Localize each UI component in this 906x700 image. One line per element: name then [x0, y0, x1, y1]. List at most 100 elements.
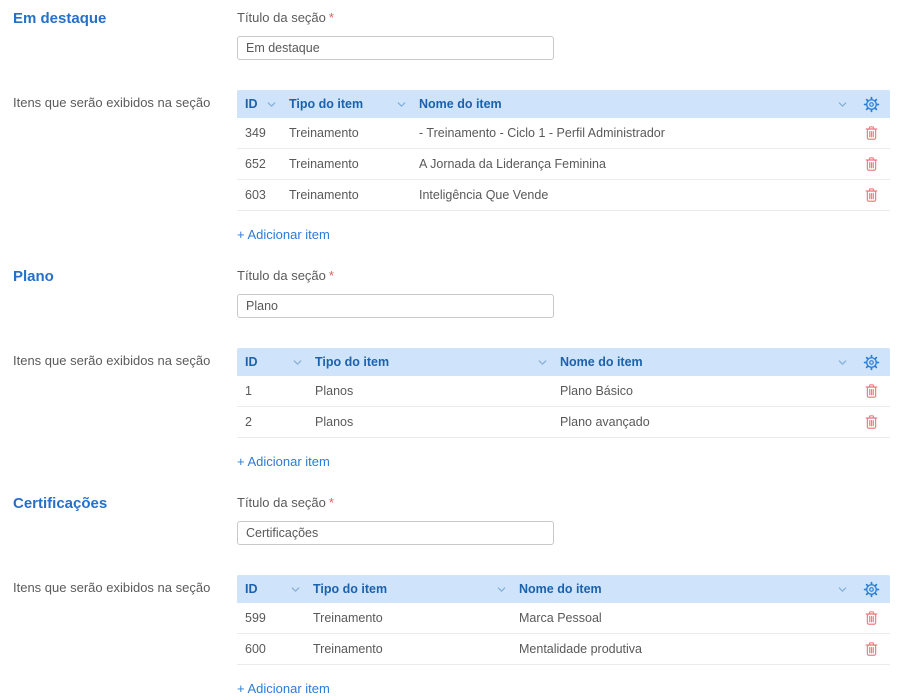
table-row: 2 Planos Plano avançado: [237, 407, 890, 438]
items-table: ID Tipo do item Nome do item: [237, 90, 890, 211]
cell-tipo: Treinamento: [281, 126, 411, 140]
items-table: ID Tipo do item Nome do item: [237, 575, 890, 665]
table-header: ID Tipo do item Nome do item: [237, 90, 890, 118]
table-body: 1 Planos Plano Básico 2 Planos Plano ava…: [237, 376, 890, 438]
section: Certificações Título da seção* Itens que…: [13, 495, 890, 698]
table-row: 349 Treinamento - Treinamento - Ciclo 1 …: [237, 118, 890, 149]
cell-id: 1: [237, 384, 307, 398]
items-table: ID Tipo do item Nome do item: [237, 348, 890, 438]
cell-tipo: Treinamento: [305, 642, 511, 656]
chevron-down-icon[interactable]: [837, 584, 848, 595]
header-cell-id[interactable]: ID: [237, 348, 307, 376]
cell-id: 599: [237, 611, 305, 625]
cell-nome: A Jornada da Liderança Feminina: [411, 157, 852, 171]
trash-icon[interactable]: [864, 610, 879, 626]
column-label-nome: Nome do item: [519, 582, 602, 596]
cell-actions: [852, 180, 890, 210]
required-asterisk: *: [329, 495, 334, 510]
section-title-row: Plano Título da seção*: [13, 268, 890, 318]
header-cell-nome[interactable]: Nome do item: [511, 575, 852, 603]
table-header: ID Tipo do item Nome do item: [237, 348, 890, 376]
add-item-link[interactable]: + Adicionar item: [237, 227, 330, 242]
section-title-input[interactable]: [237, 521, 554, 545]
gear-icon[interactable]: [863, 96, 880, 113]
header-cell-settings: [852, 348, 890, 376]
required-asterisk: *: [329, 268, 334, 283]
table-row: 599 Treinamento Marca Pessoal: [237, 603, 890, 634]
section-items-row: Itens que serão exibidos na seção ID Tip…: [13, 348, 890, 471]
cell-actions: [852, 149, 890, 179]
cell-nome: Plano Básico: [552, 384, 852, 398]
header-cell-settings: [852, 575, 890, 603]
items-table-wrap: ID Tipo do item Nome do item: [237, 575, 890, 698]
table-body: 599 Treinamento Marca Pessoal 600 Treina…: [237, 603, 890, 665]
chevron-down-icon[interactable]: [837, 99, 848, 110]
chevron-down-icon[interactable]: [396, 99, 407, 110]
cell-actions: [852, 407, 890, 437]
section-heading: Em destaque: [13, 10, 237, 28]
chevron-down-icon[interactable]: [537, 357, 548, 368]
items-left-column: Itens que serão exibidos na seção: [13, 575, 237, 596]
field-label: Título da seção*: [237, 10, 554, 26]
column-label-tipo: Tipo do item: [313, 582, 387, 596]
table-body: 349 Treinamento - Treinamento - Ciclo 1 …: [237, 118, 890, 211]
header-cell-nome[interactable]: Nome do item: [411, 90, 852, 118]
trash-icon[interactable]: [864, 187, 879, 203]
column-label-id: ID: [245, 97, 258, 111]
header-cell-settings: [852, 90, 890, 118]
items-table-wrap: ID Tipo do item Nome do item: [237, 90, 890, 244]
section-heading: Plano: [13, 268, 237, 286]
cell-nome: Marca Pessoal: [511, 611, 852, 625]
header-cell-id[interactable]: ID: [237, 575, 305, 603]
cell-actions: [852, 603, 890, 633]
cell-id: 603: [237, 188, 281, 202]
table-row: 600 Treinamento Mentalidade produtiva: [237, 634, 890, 665]
cell-nome: Inteligência Que Vende: [411, 188, 852, 202]
section-title-row: Em destaque Título da seção*: [13, 10, 890, 60]
chevron-down-icon[interactable]: [837, 357, 848, 368]
cell-actions: [852, 376, 890, 406]
header-cell-tipo[interactable]: Tipo do item: [307, 348, 552, 376]
trash-icon[interactable]: [864, 125, 879, 141]
section-title-input[interactable]: [237, 294, 554, 318]
required-asterisk: *: [329, 10, 334, 25]
header-cell-tipo[interactable]: Tipo do item: [281, 90, 411, 118]
section-left-column: Certificações: [13, 495, 237, 513]
section-title-field: Título da seção*: [237, 495, 554, 545]
chevron-down-icon[interactable]: [266, 99, 277, 110]
items-label: Itens que serão exibidos na seção: [13, 90, 237, 111]
gear-icon[interactable]: [863, 581, 880, 598]
chevron-down-icon[interactable]: [290, 584, 301, 595]
section-title-row: Certificações Título da seção*: [13, 495, 890, 545]
chevron-down-icon[interactable]: [496, 584, 507, 595]
column-label-tipo: Tipo do item: [315, 355, 389, 369]
column-label-nome: Nome do item: [560, 355, 643, 369]
section-items-row: Itens que serão exibidos na seção ID Tip…: [13, 90, 890, 244]
add-item-link[interactable]: + Adicionar item: [237, 681, 330, 696]
field-label: Título da seção*: [237, 495, 554, 511]
section-items-row: Itens que serão exibidos na seção ID Tip…: [13, 575, 890, 698]
section-title-input[interactable]: [237, 36, 554, 60]
cell-nome: Mentalidade produtiva: [511, 642, 852, 656]
field-label-text: Título da seção: [237, 268, 326, 283]
items-left-column: Itens que serão exibidos na seção: [13, 90, 237, 111]
gear-icon[interactable]: [863, 354, 880, 371]
trash-icon[interactable]: [864, 383, 879, 399]
trash-icon[interactable]: [864, 156, 879, 172]
column-label-id: ID: [245, 582, 258, 596]
header-cell-tipo[interactable]: Tipo do item: [305, 575, 511, 603]
header-cell-id[interactable]: ID: [237, 90, 281, 118]
trash-icon[interactable]: [864, 641, 879, 657]
table-row: 1 Planos Plano Básico: [237, 376, 890, 407]
cell-actions: [852, 118, 890, 148]
trash-icon[interactable]: [864, 414, 879, 430]
header-cell-nome[interactable]: Nome do item: [552, 348, 852, 376]
table-row: 603 Treinamento Inteligência Que Vende: [237, 180, 890, 211]
cell-tipo: Treinamento: [281, 188, 411, 202]
column-label-id: ID: [245, 355, 258, 369]
section-title-field: Título da seção*: [237, 10, 554, 60]
add-item-link[interactable]: + Adicionar item: [237, 454, 330, 469]
field-label-text: Título da seção: [237, 495, 326, 510]
chevron-down-icon[interactable]: [292, 357, 303, 368]
section: Em destaque Título da seção* Itens que s…: [13, 10, 890, 244]
